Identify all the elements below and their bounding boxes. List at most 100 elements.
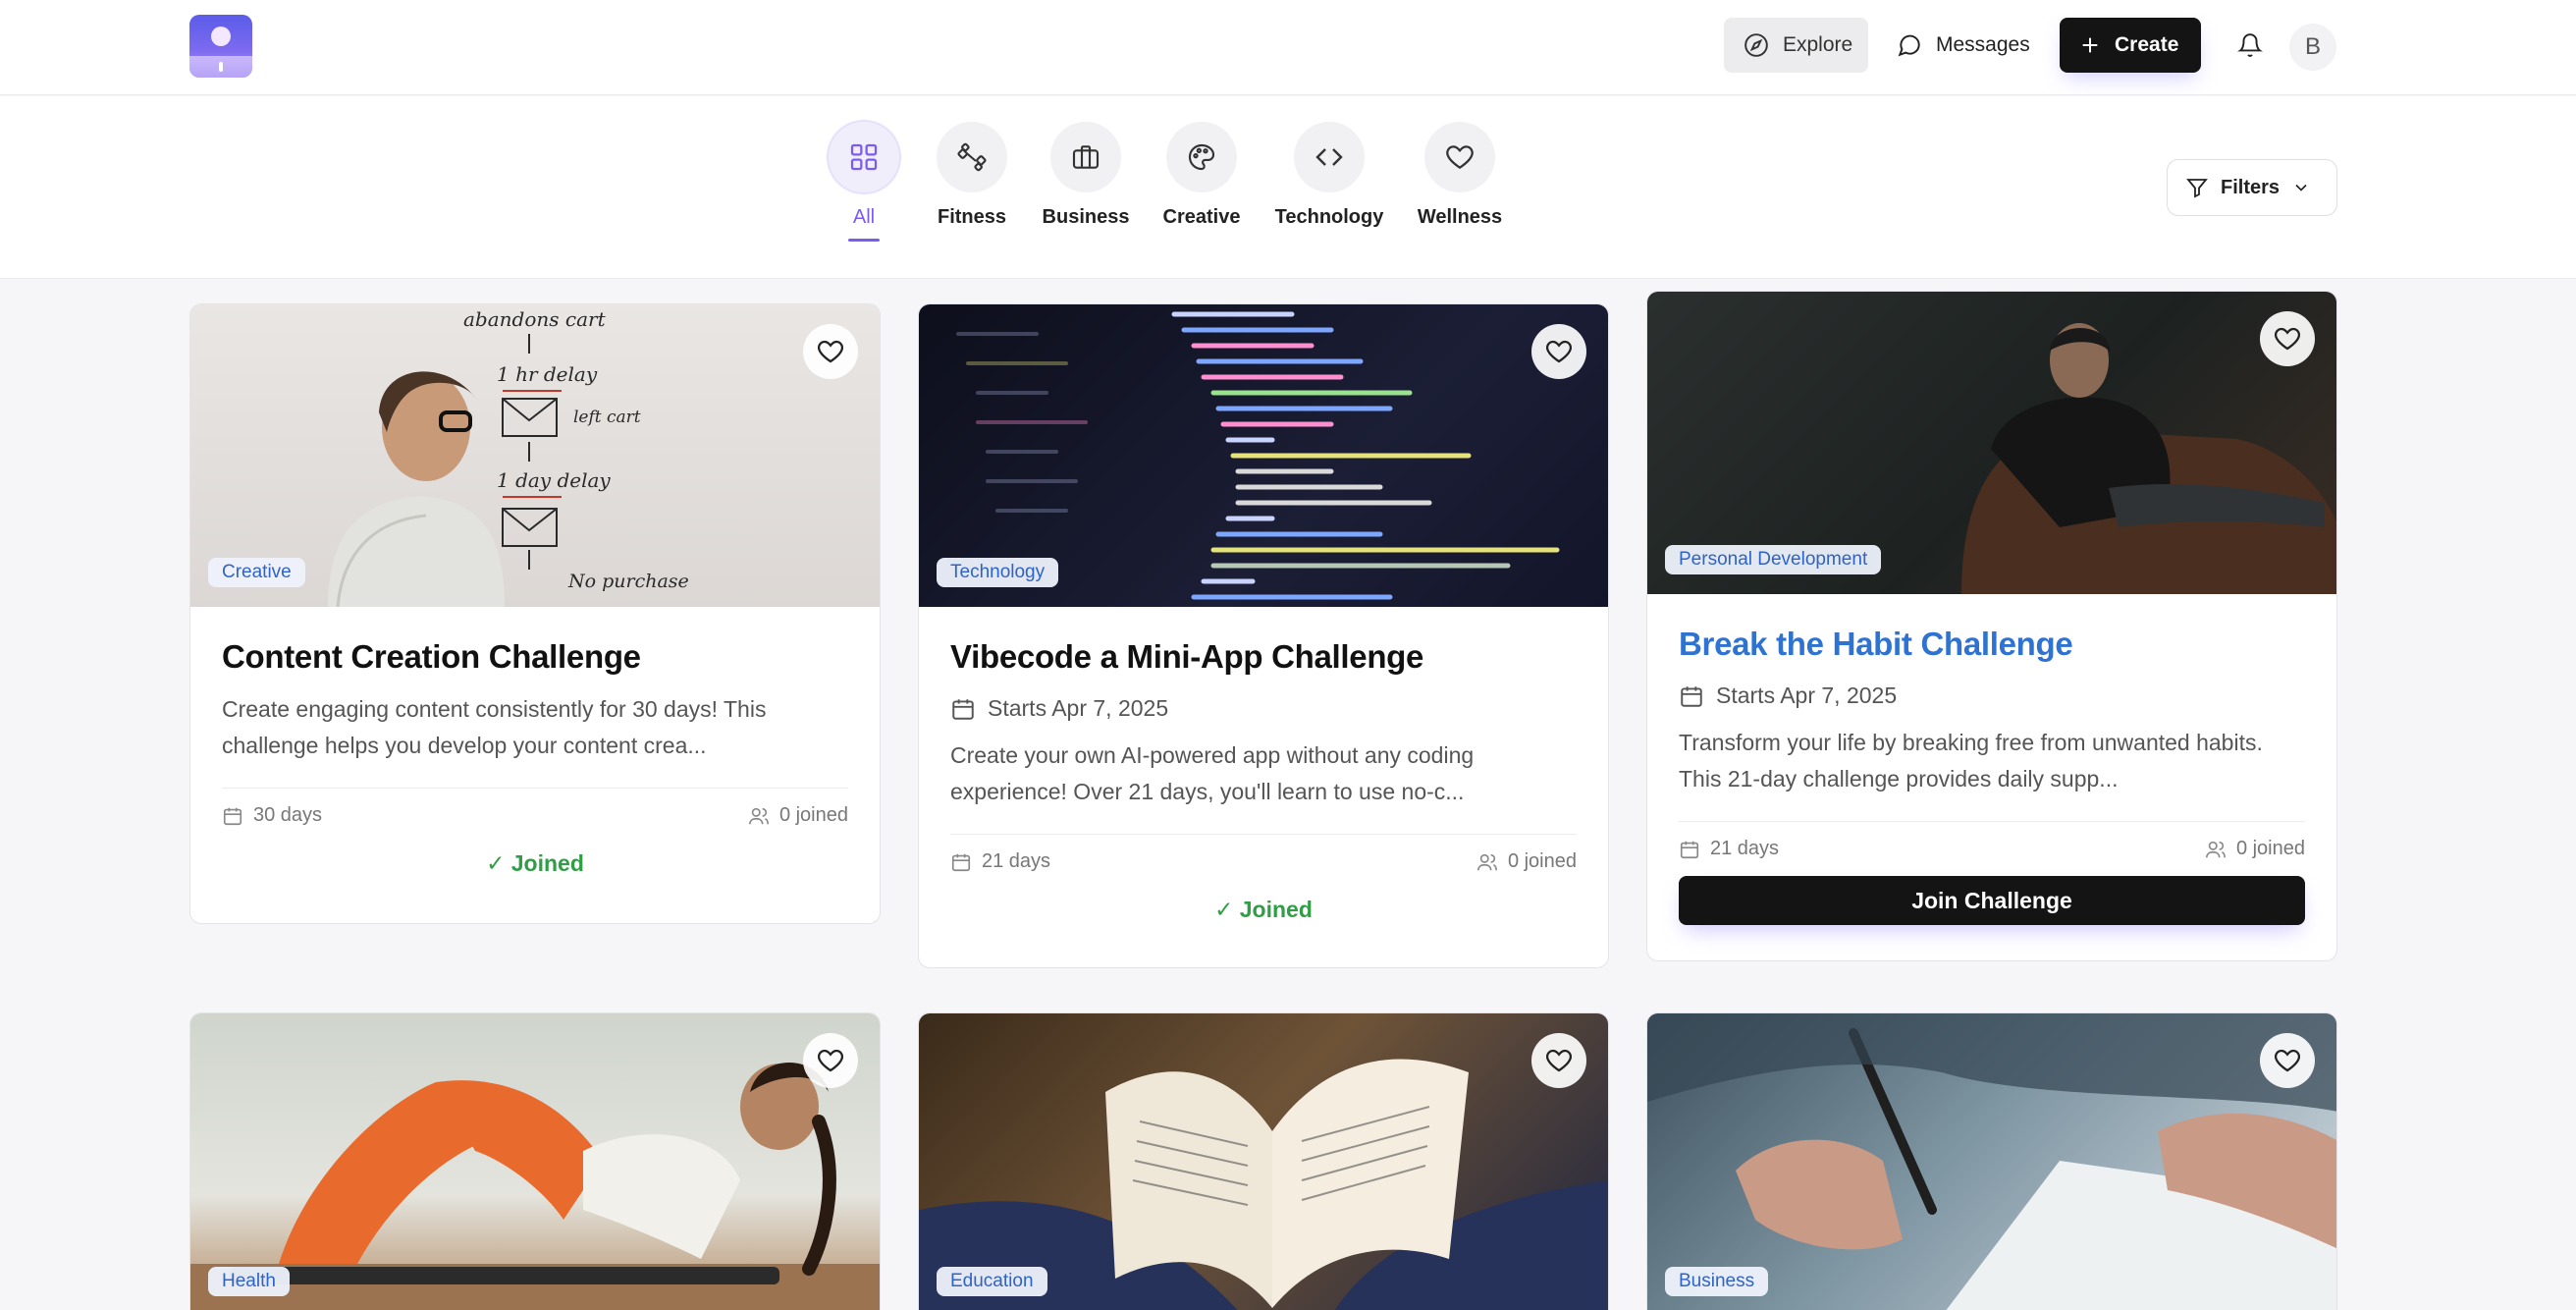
- favorite-button[interactable]: [2260, 311, 2315, 366]
- challenge-description: Create engaging content consistently for…: [222, 696, 767, 758]
- user-avatar[interactable]: B: [2289, 24, 2336, 71]
- favorite-button[interactable]: [2260, 1033, 2315, 1088]
- filters-label: Filters: [2221, 176, 2281, 198]
- challenge-start-date: Starts Apr 7, 2025: [1679, 682, 2305, 709]
- explore-button[interactable]: Explore: [1724, 18, 1868, 73]
- category-wellness[interactable]: Wellness: [1396, 122, 1524, 229]
- favorite-button[interactable]: [1531, 1033, 1586, 1088]
- heart-icon: [2275, 1049, 2300, 1072]
- challenge-title[interactable]: Content Creation Challenge: [222, 638, 848, 676]
- joined-count: 0 joined: [2235, 838, 2305, 859]
- code-icon: [1315, 148, 1343, 166]
- challenge-meta: 30 days 0 joined: [222, 788, 848, 827]
- calendar-icon: [951, 853, 971, 871]
- category-badge: Business: [1665, 1267, 1769, 1296]
- challenge-title[interactable]: Vibecode a Mini-App Challenge: [950, 638, 1577, 676]
- filter-icon: [2186, 179, 2208, 198]
- top-navbar: Explore Messages Create B: [0, 0, 2576, 95]
- create-label: Create: [2115, 33, 2179, 56]
- category-label: Creative: [1162, 206, 1241, 228]
- challenge-card[interactable]: Personal Development Break the Habit Cha…: [1646, 291, 2337, 961]
- challenge-description: Create your own AI-powered app without a…: [950, 742, 1475, 804]
- calendar-icon: [1681, 685, 1702, 707]
- briefcase-icon: [1072, 145, 1100, 169]
- heart-icon: [1546, 340, 1572, 363]
- challenge-card[interactable]: Business: [1646, 1012, 2337, 1310]
- writing-illustration: [1647, 1013, 2336, 1310]
- fitness-illustration: [190, 1063, 880, 1310]
- category-technology[interactable]: Technology: [1265, 122, 1393, 229]
- category-label: Fitness: [937, 206, 1007, 228]
- challenge-card[interactable]: abandons cart 1 hr delay left cart 1 day…: [189, 303, 881, 924]
- card-image: Business: [1647, 1013, 2336, 1310]
- heart-icon: [2275, 327, 2300, 351]
- category-label: All: [852, 206, 876, 228]
- category-label: Business: [1042, 206, 1130, 228]
- whiteboard-text: No purchase: [567, 571, 689, 592]
- calendar-icon: [1680, 841, 1699, 858]
- filters-button[interactable]: Filters: [2167, 159, 2337, 216]
- whiteboard-text: 1 day delay: [497, 468, 611, 492]
- category-label: Technology: [1274, 206, 1384, 228]
- calendar-icon: [223, 807, 242, 825]
- challenge-duration: 21 days: [982, 850, 1051, 872]
- messages-button[interactable]: Messages: [1877, 18, 2073, 73]
- challenge-card[interactable]: Technology Vibecode a Mini-App Challenge…: [918, 303, 1609, 968]
- create-button[interactable]: Create: [2060, 18, 2201, 73]
- card-image: Education: [919, 1013, 1608, 1310]
- challenge-duration: 30 days: [253, 804, 323, 826]
- dumbbell-icon: [957, 142, 987, 172]
- book-illustration: [919, 1059, 1608, 1310]
- challenge-meta: 21 days 0 joined: [1679, 821, 2305, 860]
- whiteboard-text: left cart: [573, 408, 641, 427]
- challenge-meta: 21 days 0 joined: [950, 834, 1577, 873]
- grid-icon: [850, 143, 878, 171]
- category-fitness[interactable]: Fitness: [908, 122, 1036, 229]
- challenge-card[interactable]: Health: [189, 1012, 881, 1310]
- favorite-button[interactable]: [803, 324, 858, 379]
- card-image: Health: [190, 1013, 880, 1310]
- users-icon: [2205, 841, 2226, 857]
- card-image: abandons cart 1 hr delay left cart 1 day…: [190, 304, 880, 607]
- category-badge: Education: [937, 1267, 1047, 1296]
- users-icon: [1476, 853, 1497, 870]
- heart-icon: [818, 340, 843, 363]
- heart-icon: [818, 1049, 843, 1072]
- category-badge: Personal Development: [1665, 545, 1882, 574]
- users-icon: [748, 807, 769, 824]
- whiteboard-text: 1 hr delay: [497, 362, 598, 386]
- challenge-duration: 21 days: [1710, 838, 1780, 859]
- heart-icon: [1446, 145, 1474, 169]
- join-challenge-button[interactable]: Join Challenge: [1679, 876, 2305, 925]
- favorite-button[interactable]: [1531, 324, 1586, 379]
- message-icon: [1898, 34, 1920, 57]
- category-creative[interactable]: Creative: [1138, 122, 1265, 229]
- card-image: Technology: [919, 304, 1608, 607]
- start-date-text: Starts Apr 7, 2025: [988, 695, 1169, 721]
- card-image: Personal Development: [1647, 292, 2336, 594]
- category-bar: All Fitness Business Creative Technology…: [0, 96, 2576, 279]
- category-badge: Creative: [208, 558, 305, 587]
- bell-icon: [2237, 33, 2263, 57]
- messages-label: Messages: [1936, 33, 2030, 56]
- compass-icon: [1744, 33, 1768, 57]
- active-indicator: [848, 239, 880, 242]
- calendar-icon: [952, 698, 974, 720]
- whiteboard-text: abandons cart: [463, 307, 607, 331]
- category-label: Wellness: [1417, 206, 1503, 228]
- category-business[interactable]: Business: [1022, 122, 1150, 229]
- start-date-text: Starts Apr 7, 2025: [1716, 682, 1898, 708]
- favorite-button[interactable]: [803, 1033, 858, 1088]
- notifications-button[interactable]: [2230, 26, 2270, 65]
- challenge-card[interactable]: Education: [918, 1012, 1609, 1310]
- joined-count: 0 joined: [778, 804, 848, 826]
- app-logo[interactable]: [189, 15, 252, 78]
- challenge-description: Transform your life by breaking free fro…: [1679, 730, 2263, 791]
- palette-icon: [1188, 143, 1215, 171]
- joined-status: ✓ Joined: [1214, 897, 1313, 922]
- challenge-title[interactable]: Break the Habit Challenge: [1679, 626, 2305, 663]
- chevron-down-icon: [2295, 184, 2307, 191]
- challenge-start-date: Starts Apr 7, 2025: [950, 695, 1577, 722]
- heart-icon: [1546, 1049, 1572, 1072]
- explore-label: Explore: [1783, 33, 1853, 56]
